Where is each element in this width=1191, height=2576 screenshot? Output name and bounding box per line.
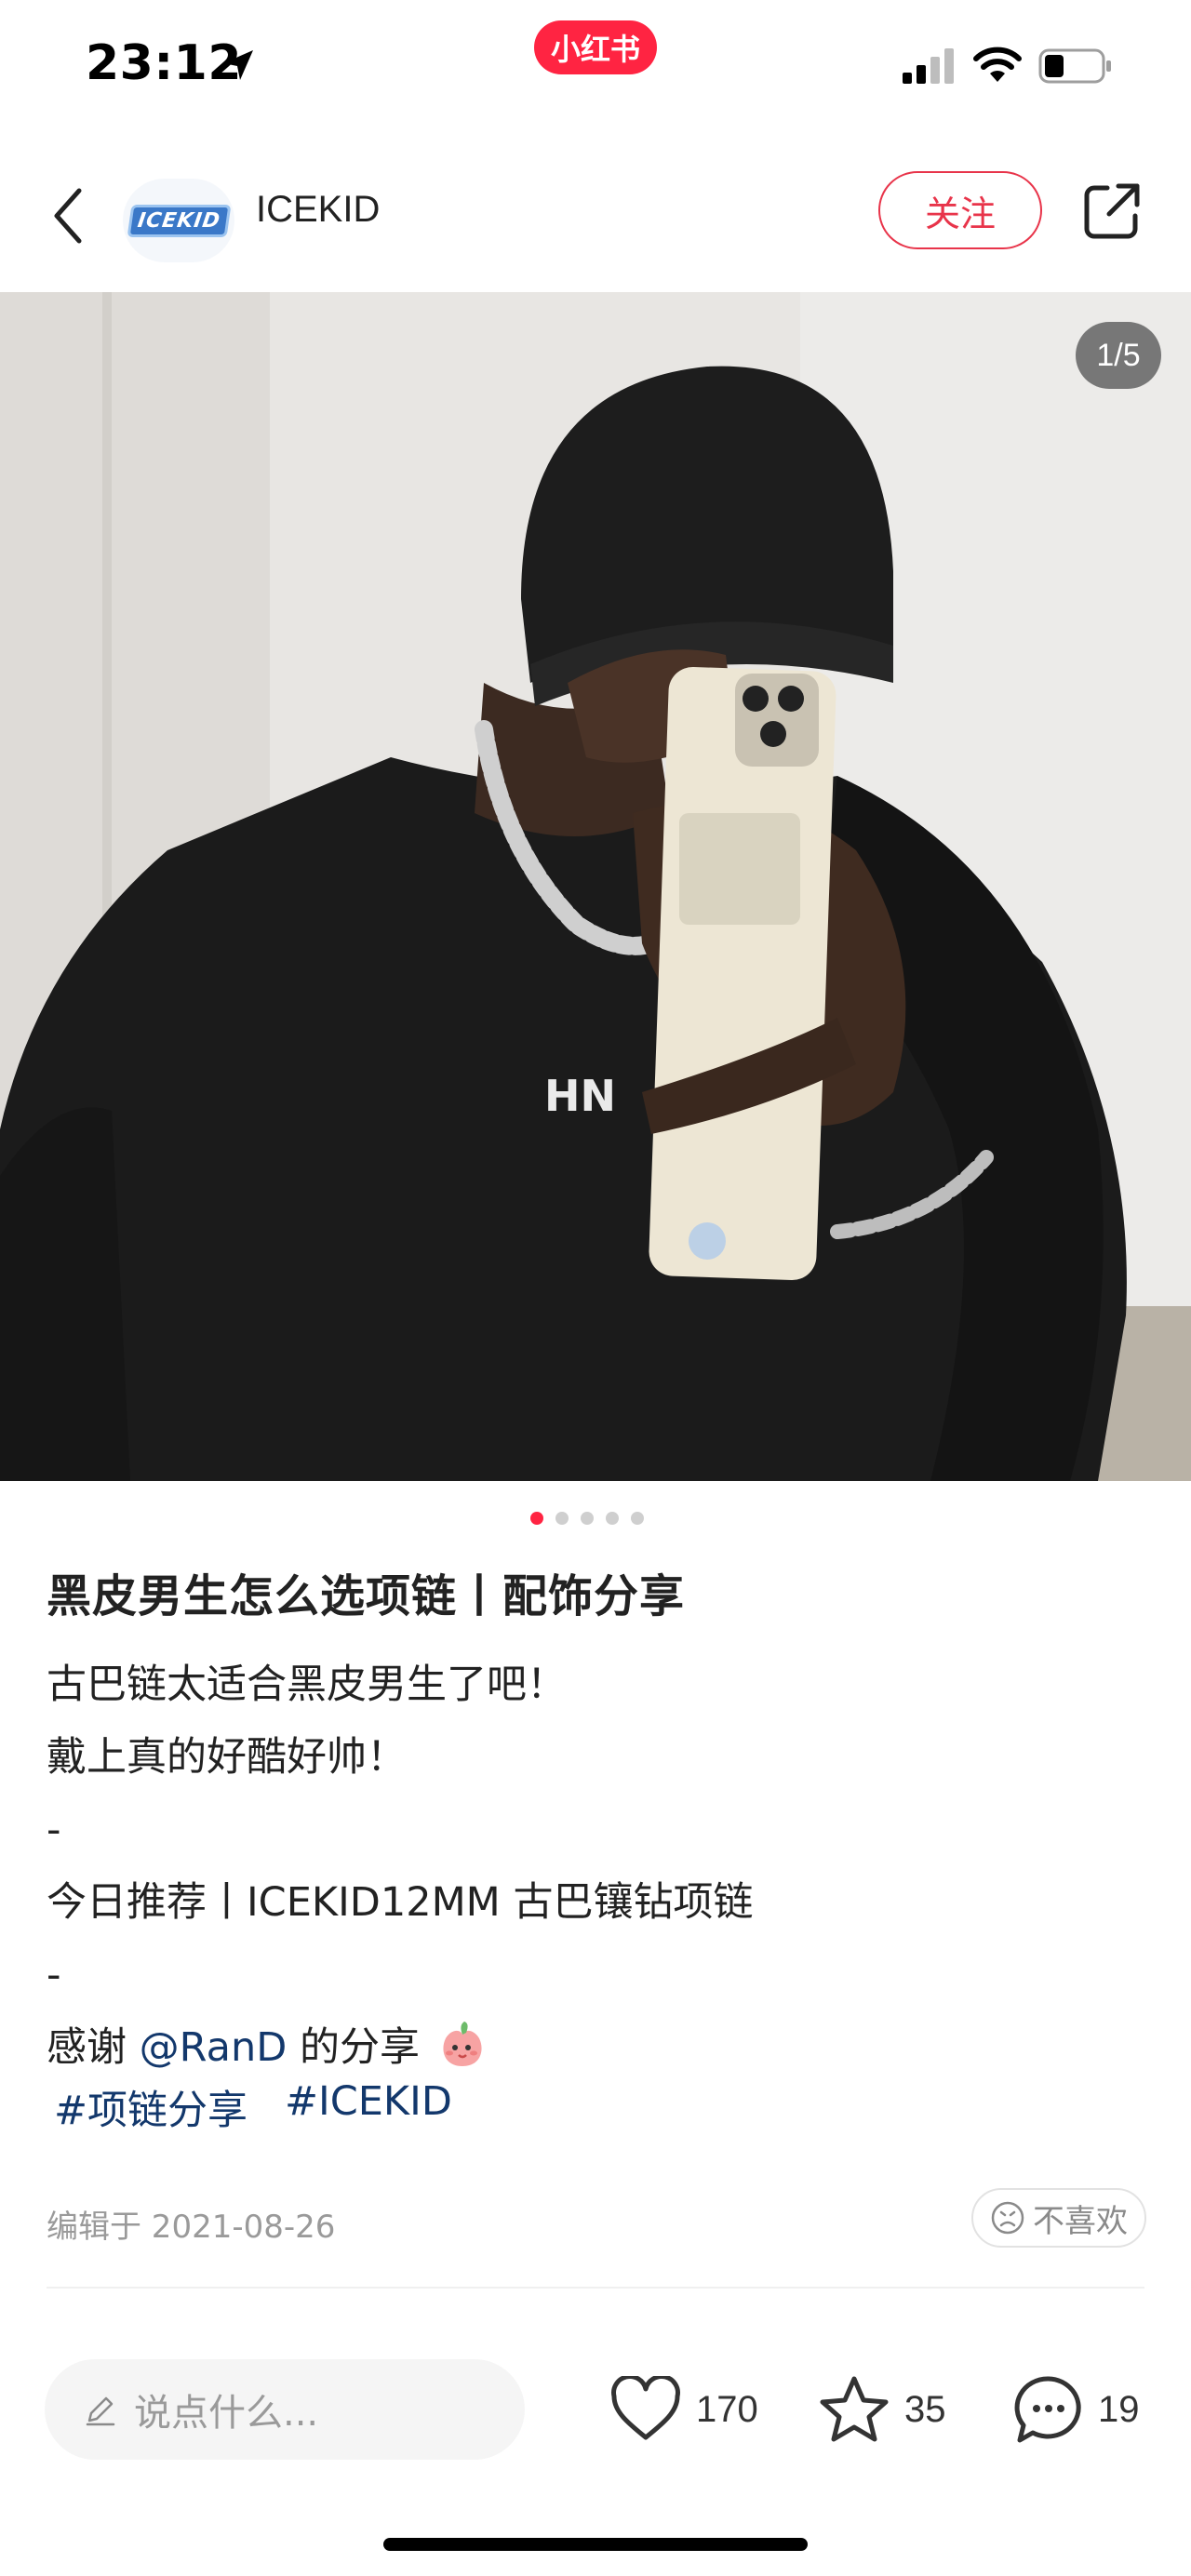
star-icon (820, 2376, 889, 2442)
hashtag-link[interactable]: #项链分享 (54, 2078, 248, 2136)
like-count: 170 (696, 2388, 758, 2430)
note-body: 古巴链太适合黑皮男生了吧！ 戴上真的好酷好帅！ - 今日推荐丨ICEKID12M… (47, 1648, 1144, 2084)
pencil-icon (86, 2396, 115, 2426)
app-badge: 小红书 (534, 20, 657, 74)
author-avatar-logo: ICEKID (127, 204, 231, 237)
note-line: - (47, 1807, 61, 1853)
cellular-signal-icon (903, 48, 954, 84)
like-button[interactable]: 170 (609, 2369, 758, 2450)
heart-icon (611, 2376, 680, 2440)
comment-button[interactable]: 19 (1012, 2369, 1140, 2450)
note-title: 黑皮男生怎么选项链丨配饰分享 (47, 1570, 686, 1622)
note-image-carousel[interactable]: HN 1/5 (0, 292, 1191, 1481)
battery-icon (1038, 48, 1111, 84)
note-header: ICEKID ICEKID 关注 (0, 140, 1191, 292)
status-bar: 23:12 小红书 (0, 0, 1191, 140)
pagination-dot (631, 1512, 644, 1525)
carousel-pagination-dots (530, 1509, 644, 1528)
note-line: 古巴链太适合黑皮男生了吧！ (47, 1662, 567, 1708)
wifi-icon (973, 47, 1022, 82)
hashtag-link[interactable]: #ICEKID (285, 2078, 452, 2136)
comment-count: 19 (1098, 2388, 1140, 2430)
pagination-dot (606, 1512, 619, 1525)
collect-count: 35 (904, 2388, 946, 2430)
comment-input[interactable]: 说点什么... (45, 2359, 525, 2460)
content-divider (47, 2287, 1144, 2289)
note-line: 戴上真的好酷好帅！ (47, 1734, 407, 1781)
thanks-prefix: 感谢 (47, 2024, 140, 2071)
chevron-left-icon (54, 188, 82, 244)
author-name[interactable]: ICEKID (256, 189, 380, 231)
note-line: - (47, 1952, 61, 1998)
collect-button[interactable]: 35 (817, 2369, 946, 2450)
chat-bubble-icon (1014, 2376, 1081, 2443)
home-indicator[interactable] (383, 2538, 808, 2551)
pagination-dot-active (530, 1512, 543, 1525)
svg-text:HN: HN (544, 1071, 616, 1121)
note-line: 今日推荐丨ICEKID12MM 古巴镶钻项链 (47, 1879, 754, 1926)
bottom-action-bar: 说点什么... 170 35 19 (0, 2326, 1191, 2512)
pagination-dot (555, 1512, 569, 1525)
note-tags: #项链分享 #ICEKID (54, 2078, 452, 2136)
follow-button[interactable]: 关注 (878, 171, 1042, 249)
share-icon (1084, 183, 1140, 239)
edit-date: 编辑于 2021-08-26 (47, 2209, 336, 2246)
author-avatar[interactable]: ICEKID (123, 179, 234, 262)
status-time: 23:12 (86, 35, 243, 91)
peach-emoji-icon (443, 2022, 482, 2066)
user-mention-link[interactable]: @RanD (140, 2024, 288, 2071)
note-photo: HN (0, 292, 1191, 1481)
back-button[interactable] (45, 180, 91, 251)
thanks-suffix: 的分享 (287, 2024, 420, 2071)
note-thanks-line: 感谢 @RanD 的分享 (47, 2011, 1144, 2084)
pagination-dot (581, 1512, 594, 1525)
comment-placeholder: 说点什么... (134, 2392, 319, 2435)
dislike-label: 不喜欢 (1033, 2202, 1128, 2240)
frown-face-icon (991, 2201, 1024, 2235)
dislike-button[interactable]: 不喜欢 (971, 2188, 1146, 2248)
image-page-counter: 1/5 (1076, 322, 1161, 389)
location-arrow-icon (223, 50, 253, 80)
share-button[interactable] (1077, 177, 1146, 246)
